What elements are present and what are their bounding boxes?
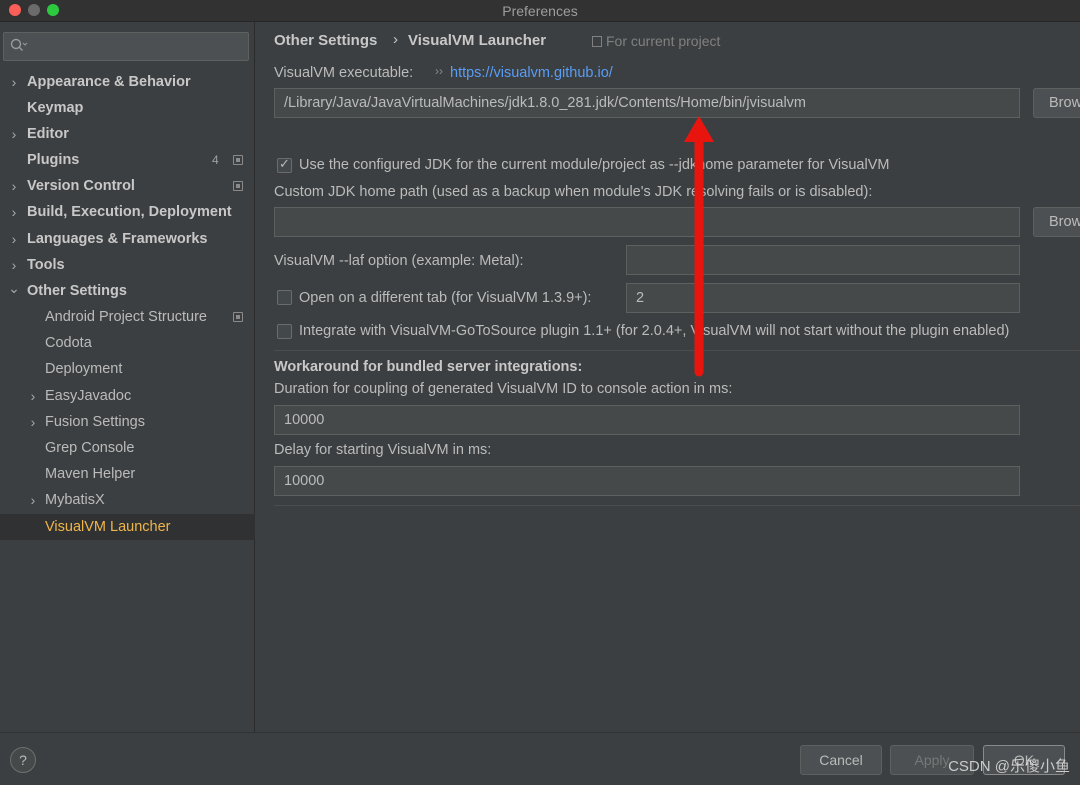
external-link-icon: ›› xyxy=(435,64,443,78)
sidebar-item-languages-frameworks[interactable]: › Languages & Frameworks xyxy=(0,226,255,252)
delay-field[interactable]: 10000 xyxy=(274,466,1020,496)
browse-executable-button[interactable]: Browse... xyxy=(1033,88,1080,118)
sidebar-item-label: Grep Console xyxy=(45,440,135,456)
sidebar-item-fusion-settings[interactable]: › Fusion Settings xyxy=(0,409,255,435)
plugin-update-count-badge: 4 xyxy=(212,153,219,167)
section-divider xyxy=(274,505,1080,506)
watermark: CSDN @乐傻小鱼 xyxy=(948,758,1070,775)
sidebar-item-label: Fusion Settings xyxy=(45,414,145,430)
laf-option-label: VisualVM --laf option (example: Metal): xyxy=(274,253,524,269)
sidebar-item-label: VisualVM Launcher xyxy=(45,519,171,535)
sidebar-item-other-settings[interactable]: ⌄ Other Settings xyxy=(0,278,255,304)
sidebar-item-label: Deployment xyxy=(45,361,123,377)
use-jdk-label: Use the configured JDK for the current m… xyxy=(299,157,890,173)
delay-label: Delay for starting VisualVM in ms: xyxy=(274,442,492,458)
sidebar-item-label: Build, Execution, Deployment xyxy=(27,204,232,220)
custom-jdk-label: Custom JDK home path (used as a backup w… xyxy=(274,184,873,200)
open-tab-number-field[interactable]: 2 xyxy=(626,283,1020,313)
sidebar-item-label: Android Project Structure xyxy=(45,309,207,325)
sidebar-item-codota[interactable]: Codota xyxy=(0,330,255,356)
project-settings-icon xyxy=(233,181,243,191)
sidebar-item-label: Other Settings xyxy=(27,283,127,299)
open-different-tab-checkbox[interactable] xyxy=(277,290,292,305)
window-title: Preferences xyxy=(502,3,578,19)
sidebar-item-appearance-behavior[interactable]: › Appearance & Behavior xyxy=(0,69,255,95)
visualvm-website-link[interactable]: https://visualvm.github.io/ xyxy=(450,65,613,81)
chevron-right-icon[interactable]: › xyxy=(8,173,20,199)
sidebar-item-label: Appearance & Behavior xyxy=(27,74,191,90)
title-bar: Preferences xyxy=(0,0,1080,22)
settings-search-input[interactable] xyxy=(3,32,249,61)
sidebar-item-tools[interactable]: › Tools xyxy=(0,252,255,278)
chevron-right-icon[interactable]: › xyxy=(27,383,39,409)
for-current-project-text: For current project xyxy=(606,33,721,49)
sidebar-item-label: EasyJavadoc xyxy=(45,388,132,404)
project-settings-icon xyxy=(233,312,243,322)
sidebar-item-label: Keymap xyxy=(27,100,84,116)
project-icon xyxy=(592,36,602,47)
for-current-project-label: For current project xyxy=(592,33,720,49)
sidebar-item-easyjavadoc[interactable]: › EasyJavadoc xyxy=(0,383,255,409)
executable-path-field[interactable]: /Library/Java/JavaVirtualMachines/jdk1.8… xyxy=(274,88,1020,118)
breadcrumb-other-settings[interactable]: Other Settings xyxy=(274,32,377,49)
chevron-down-icon[interactable]: ⌄ xyxy=(8,275,20,301)
dialog-footer: ? Cancel Apply OK CSDN @乐傻小鱼 xyxy=(0,732,1080,785)
sidebar-item-mybatisx[interactable]: › MybatisX xyxy=(0,487,255,513)
laf-option-field[interactable] xyxy=(626,245,1020,275)
sidebar-item-visualvm-launcher[interactable]: VisualVM Launcher xyxy=(0,514,255,540)
settings-sidebar: › Appearance & Behavior Keymap › Editor … xyxy=(0,22,255,732)
chevron-right-icon[interactable]: › xyxy=(8,121,20,147)
sidebar-item-maven-helper[interactable]: Maven Helper xyxy=(0,461,255,487)
custom-jdk-path-field[interactable] xyxy=(274,207,1020,237)
sidebar-item-label: Editor xyxy=(27,126,69,142)
search-icon xyxy=(10,38,30,56)
settings-panel: Other Settings › VisualVM Launcher For c… xyxy=(256,22,1080,732)
gotosource-label: Integrate with VisualVM-GoToSource plugi… xyxy=(299,323,1010,339)
sidebar-item-version-control[interactable]: › Version Control xyxy=(0,173,255,199)
sidebar-item-label: Version Control xyxy=(27,178,135,194)
chevron-right-icon[interactable]: › xyxy=(8,199,20,225)
sidebar-item-grep-console[interactable]: Grep Console xyxy=(0,435,255,461)
sidebar-item-editor[interactable]: › Editor xyxy=(0,121,255,147)
chevron-right-icon[interactable]: › xyxy=(27,409,39,435)
sidebar-item-keymap[interactable]: Keymap xyxy=(0,95,255,121)
gotosource-checkbox[interactable] xyxy=(277,324,292,339)
sidebar-item-label: Plugins xyxy=(27,152,80,168)
executable-label: VisualVM executable: xyxy=(274,65,414,81)
breadcrumb-separator: › xyxy=(393,31,398,48)
workaround-heading: Workaround for bundled server integratio… xyxy=(274,359,583,375)
project-settings-icon xyxy=(233,155,243,165)
section-divider xyxy=(274,350,1080,351)
chevron-right-icon[interactable]: › xyxy=(27,487,39,513)
help-button[interactable]: ? xyxy=(10,747,36,773)
cancel-button[interactable]: Cancel xyxy=(800,745,882,775)
page-title: VisualVM Launcher xyxy=(408,32,547,49)
sidebar-item-label: Codota xyxy=(45,335,92,351)
sidebar-item-label: MybatisX xyxy=(45,492,105,508)
sidebar-item-label: Tools xyxy=(27,257,65,273)
chevron-right-icon[interactable]: › xyxy=(8,69,20,95)
duration-label: Duration for coupling of generated Visua… xyxy=(274,381,733,397)
sidebar-item-android-project-structure[interactable]: Android Project Structure xyxy=(0,304,255,330)
open-different-tab-label: Open on a different tab (for VisualVM 1.… xyxy=(299,290,592,306)
sidebar-item-label: Languages & Frameworks xyxy=(27,231,208,247)
sidebar-item-build-execution-deployment[interactable]: › Build, Execution, Deployment xyxy=(0,199,255,225)
duration-field[interactable]: 10000 xyxy=(274,405,1020,435)
chevron-right-icon[interactable]: › xyxy=(8,226,20,252)
sidebar-item-deployment[interactable]: Deployment xyxy=(0,356,255,382)
use-jdk-checkbox[interactable] xyxy=(277,156,292,173)
sidebar-item-plugins[interactable]: Plugins 4 xyxy=(0,147,255,173)
sidebar-item-label: Maven Helper xyxy=(45,466,136,482)
browse-jdk-button[interactable]: Browse... xyxy=(1033,207,1080,237)
